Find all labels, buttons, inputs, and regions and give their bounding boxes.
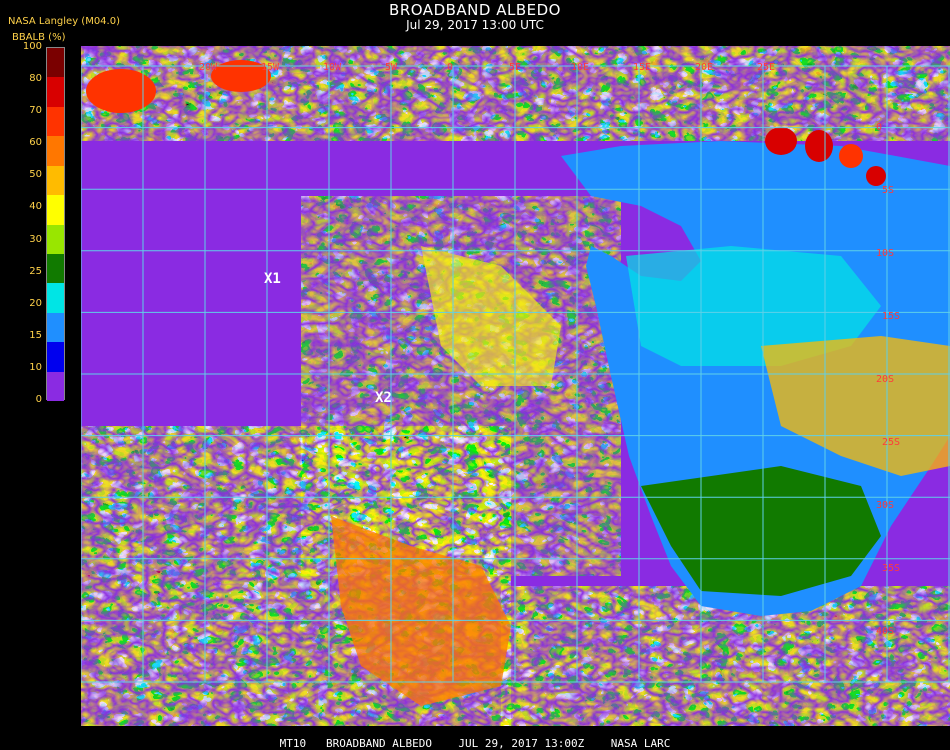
latitude-label: 15S	[882, 311, 900, 322]
color-scale-segment	[47, 224, 64, 255]
longitude-label: 0	[447, 62, 453, 73]
map-title: BROADBAND ALBEDO	[389, 1, 561, 19]
color-scale-segment	[47, 195, 64, 225]
longitude-label: 10E	[571, 62, 589, 73]
color-scale-tick: 40	[29, 201, 42, 213]
color-scale-segment	[47, 253, 64, 284]
longitude-label: 5E	[509, 62, 521, 73]
color-scale-tick: 10	[29, 361, 42, 373]
storm-cell	[765, 127, 797, 155]
latitude-label: 10S	[876, 248, 894, 259]
longitude-label: 20E	[695, 62, 713, 73]
color-scale-tick: 60	[29, 137, 42, 149]
color-scale-tick: 15	[29, 329, 42, 341]
longitude-label: 20W	[199, 62, 218, 73]
storm-cell	[86, 69, 156, 113]
color-scale-tick: 100	[22, 41, 42, 52]
latitude-label: 30S	[876, 500, 894, 511]
longitude-label: 15E	[633, 62, 651, 73]
color-scale-segment	[47, 77, 64, 108]
albedo-map: 20W 15W 10W 5W 0 5E 10E 15E 20E 25E 0 5S 10S 15S 20S 2…	[81, 46, 950, 726]
color-scale-segment	[47, 283, 64, 314]
color-scale-tick: 25	[29, 265, 42, 277]
color-scale-tick: 70	[29, 105, 42, 117]
latitude-label: 35S	[882, 563, 900, 574]
color-scale-tick: 80	[29, 73, 42, 85]
longitude-label: 10W	[323, 62, 342, 73]
color-scale-segment	[47, 165, 64, 196]
color-scale-segment	[47, 136, 64, 167]
latitude-label: 20S	[876, 374, 894, 385]
map-footer: MT10 BROADBAND ALBEDO JUL 29, 2017 13:00…	[279, 737, 671, 750]
data-source-label: NASA Langley (M04.0)	[8, 16, 120, 27]
latitude-label: 5S	[882, 185, 894, 196]
longitude-label: 25E	[757, 62, 775, 73]
color-scale-tick: 20	[29, 297, 42, 309]
longitude-label: 15W	[261, 62, 280, 73]
storm-cell	[805, 130, 833, 162]
marker-x2: X2	[375, 390, 392, 406]
color-scale-segment	[47, 48, 64, 78]
color-scale-segment	[47, 371, 64, 402]
longitude-label: 5W	[385, 62, 398, 73]
color-scale-bar	[46, 47, 65, 402]
color-scale-segment	[47, 106, 64, 137]
latitude-label: 40S	[876, 626, 894, 637]
color-scale-tick: 30	[29, 233, 42, 245]
latitude-label: 25S	[882, 437, 900, 448]
color-scale-segment	[47, 312, 64, 343]
storm-cell	[839, 144, 863, 168]
color-scale-tick: 50	[29, 169, 42, 181]
storm-cell	[866, 166, 886, 186]
color-scale-segment	[47, 342, 64, 373]
latitude-label: 0	[876, 122, 882, 133]
map-timestamp: Jul 29, 2017 13:00 UTC	[406, 18, 544, 32]
marker-x1: X1	[264, 271, 281, 287]
color-scale-tick: 0	[35, 394, 42, 405]
